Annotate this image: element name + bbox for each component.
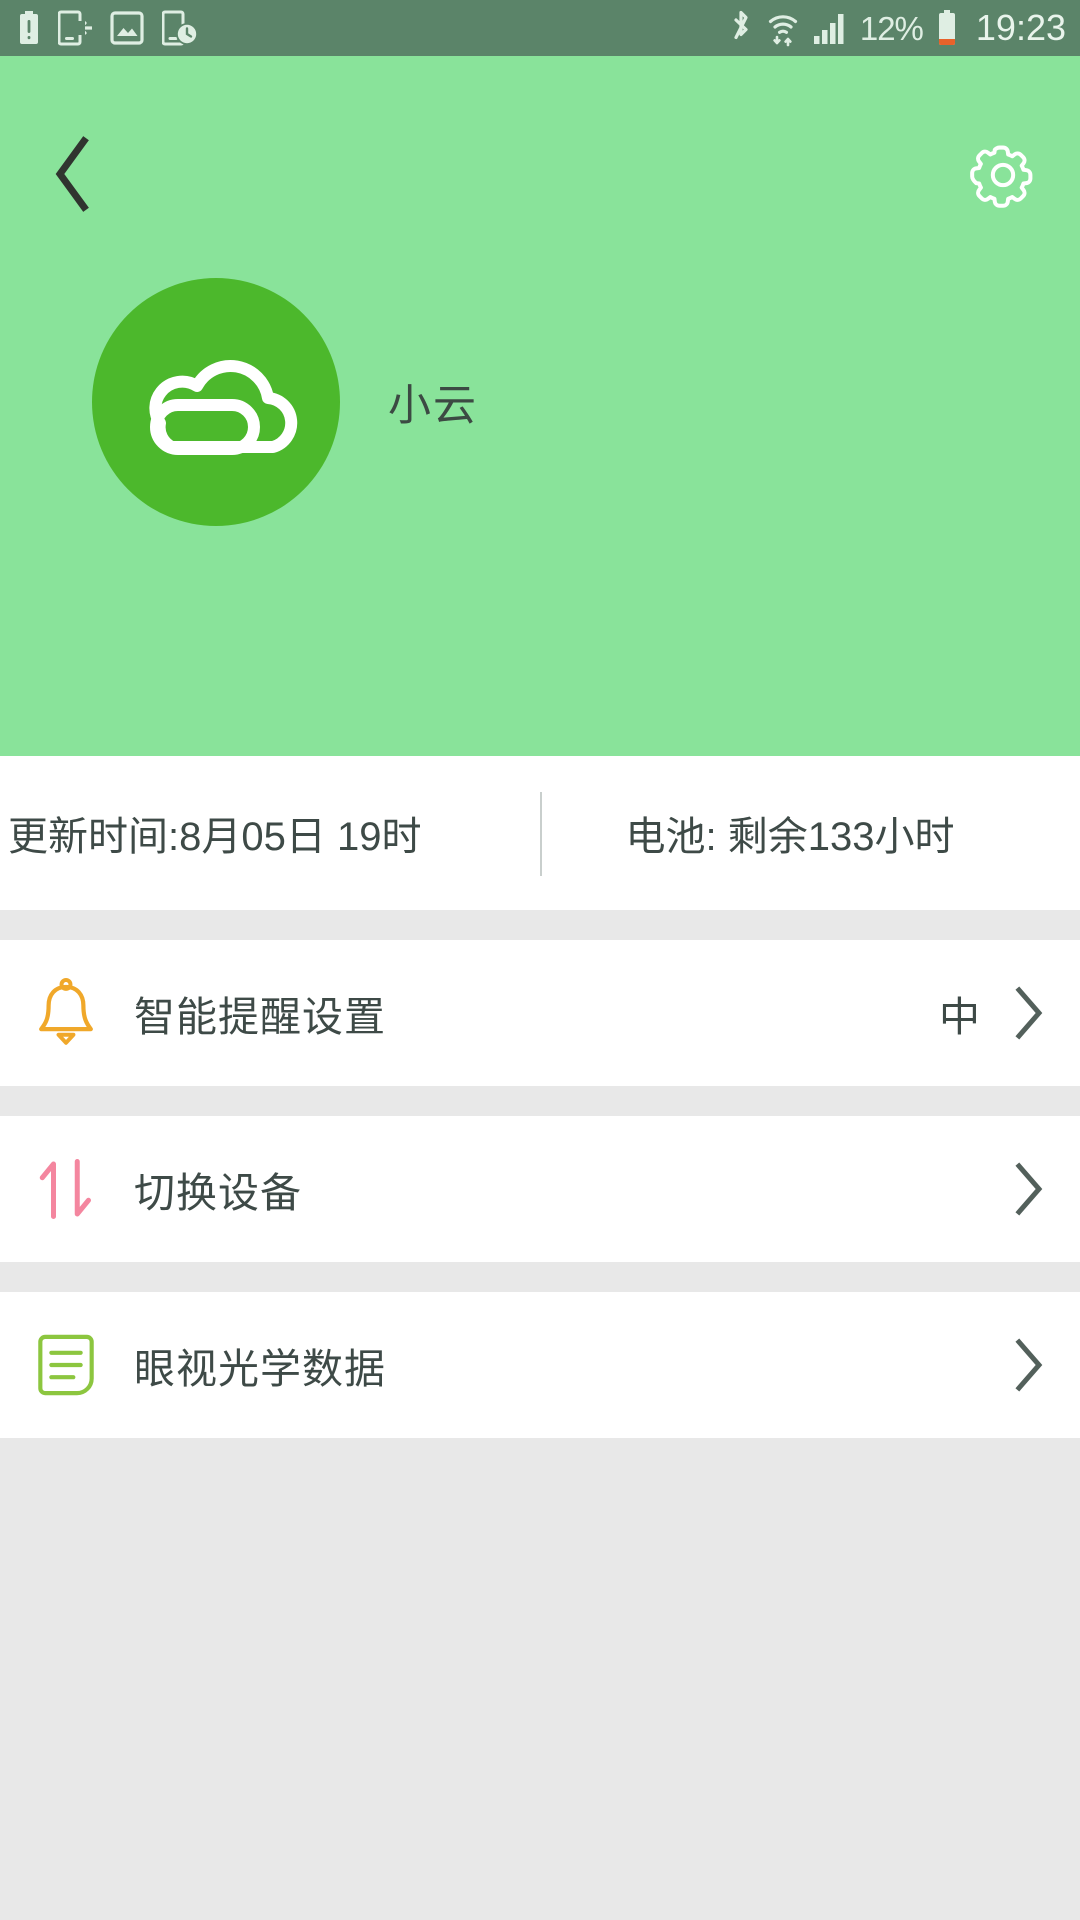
- update-time-cell: 更新时间:8月05日 19时: [0, 804, 540, 862]
- device-info-row: 更新时间:8月05日 19时 电池: 剩余133小时: [0, 756, 1080, 910]
- battery-info-cell: 电池: 剩余133小时: [540, 804, 1080, 862]
- chevron-right-icon: [1015, 1338, 1043, 1392]
- profile-nickname: 小云: [388, 382, 478, 430]
- page-filler: [0, 1438, 1080, 1898]
- status-bar-clock: 19:23: [975, 7, 1066, 48]
- app-screen: 12% 19:23 小云 更新时间:8月05日 19时 电池: 剩余133小时 …: [0, 0, 1080, 1920]
- chevron-right-icon-wrap: [1006, 1336, 1052, 1394]
- phone-transfer-icon: [58, 10, 92, 46]
- phone-clock-icon: [162, 10, 198, 46]
- swap-arrows-icon-wrap: [24, 1147, 108, 1231]
- chevron-left-icon: [55, 136, 89, 212]
- chevron-right-icon-wrap: [1006, 984, 1052, 1042]
- update-time-label: 更新时间:8月05日 19时: [8, 815, 422, 859]
- gear-icon: [970, 145, 1033, 208]
- list-item-optometry-data[interactable]: 眼视光学数据: [0, 1292, 1080, 1438]
- battery-alert-icon: [20, 11, 38, 44]
- info-divider: [540, 792, 542, 876]
- profile-header: 小云: [0, 56, 1080, 756]
- wifi-icon: [768, 15, 797, 47]
- settings-button[interactable]: [962, 134, 1044, 216]
- list-item-label: 智能提醒设置: [134, 994, 386, 1040]
- bell-icon-wrap: [24, 971, 108, 1055]
- screenshot-image-icon: [110, 11, 144, 45]
- section-gap: [0, 1086, 1080, 1116]
- list-item-label: 切换设备: [134, 1170, 302, 1216]
- battery-level-icon: [938, 10, 955, 45]
- cloud-logo-icon: [149, 360, 298, 455]
- chevron-right-icon: [1015, 1162, 1043, 1216]
- status-bar-right-icons: 12% 19:23: [729, 9, 1066, 47]
- chevron-right-icon-wrap: [1006, 1160, 1052, 1218]
- list-item-label: 眼视光学数据: [134, 1346, 386, 1392]
- document-lines-icon-wrap: [24, 1323, 108, 1407]
- list-item-smart-reminder[interactable]: 智能提醒设置 中: [0, 940, 1080, 1086]
- swap-arrows-icon: [39, 1159, 91, 1219]
- cellular-signal-icon: [813, 14, 844, 44]
- profile-block[interactable]: 小云: [0, 278, 1080, 526]
- document-lines-icon: [38, 1334, 94, 1396]
- section-gap: [0, 910, 1080, 940]
- status-bar-left-icons: [18, 10, 198, 46]
- battery-percent-label: 12%: [859, 9, 924, 47]
- list-item-switch-device[interactable]: 切换设备: [0, 1116, 1080, 1262]
- section-gap: [0, 1262, 1080, 1292]
- status-bar: 12% 19:23: [0, 0, 1080, 56]
- reminder-level-value: 中: [939, 994, 980, 1040]
- avatar[interactable]: [92, 278, 340, 526]
- chevron-right-icon: [1015, 986, 1043, 1040]
- bluetooth-icon: [734, 10, 748, 40]
- battery-remaining-label: 电池: 剩余133小时: [625, 815, 955, 859]
- back-button[interactable]: [34, 134, 114, 214]
- bell-icon: [39, 977, 93, 1045]
